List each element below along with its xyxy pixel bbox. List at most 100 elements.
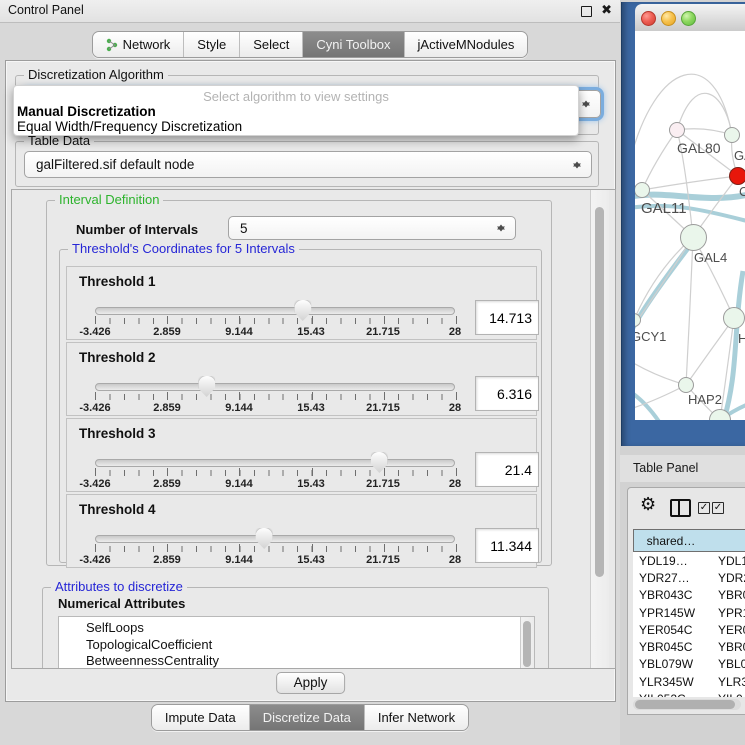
table-row[interactable]: YBR043CYBR0 <box>633 587 745 604</box>
bottom-tab-bar: Impute Data Discretize Data Infer Networ… <box>0 704 620 731</box>
table-data-combobox[interactable]: galFiltered.sif default node <box>24 151 592 178</box>
threshold-slider[interactable]: -3.426 2.859 9.144 15.43 21.715 28 <box>95 459 455 467</box>
tab-style[interactable]: Style <box>183 32 239 57</box>
slider-track[interactable] <box>95 459 455 467</box>
network-node[interactable] <box>669 122 685 138</box>
list-item[interactable]: SelfLoops <box>59 617 534 637</box>
tab-impute-data[interactable]: Impute Data <box>152 705 249 730</box>
cell[interactable]: YLR345W <box>633 675 709 689</box>
network-node[interactable] <box>680 224 707 251</box>
float-window-icon[interactable] <box>581 6 592 17</box>
node-label: GAL11 <box>641 200 687 217</box>
scale-label: 15.43 <box>297 402 325 414</box>
table-data-group: Table Data galFiltered.sif default node <box>15 141 599 187</box>
scale-label: -3.426 <box>79 478 110 490</box>
threshold-value-field[interactable]: 21.4 <box>475 452 539 487</box>
list-scrollbar-thumb[interactable] <box>523 621 531 667</box>
gear-icon[interactable]: ⚙ <box>640 494 656 515</box>
threshold-value-field[interactable]: 6.316 <box>475 376 539 411</box>
scale-label: 21.715 <box>366 554 400 566</box>
table-row[interactable]: YBR045CYBR0 <box>633 638 745 655</box>
table-row[interactable]: YER054CYER0 <box>633 621 745 638</box>
checkbox-icon[interactable]: ✓ <box>698 502 710 514</box>
checkbox-icon[interactable]: ✓ <box>712 502 724 514</box>
cell[interactable]: YBR0 <box>709 588 745 602</box>
cell[interactable]: YDR2 <box>709 571 745 585</box>
table-row[interactable]: YBL079WYBL0 <box>633 656 745 673</box>
cell[interactable]: YBR045C <box>633 640 709 654</box>
cell[interactable]: YBR0 <box>709 640 745 654</box>
threshold-value-field[interactable]: 11.344 <box>475 528 539 563</box>
threshold-slider[interactable]: -3.426 2.859 9.144 15.43 21.715 28 <box>95 307 455 315</box>
scale-label: 28 <box>449 402 461 414</box>
cell[interactable]: YBL0 <box>709 657 745 671</box>
threshold-label: Threshold 2 <box>79 350 156 365</box>
network-node[interactable] <box>724 127 740 143</box>
cell[interactable]: YDR27… <box>633 571 709 585</box>
list-scrollbar[interactable] <box>520 617 534 669</box>
cell[interactable]: YBR043C <box>633 588 709 602</box>
slider-track[interactable] <box>95 307 455 315</box>
group-title: Attributes to discretize <box>51 579 187 594</box>
window-title: Control Panel <box>8 3 84 17</box>
combo-arrows-icon <box>581 97 591 112</box>
network-node[interactable] <box>678 377 694 393</box>
tab-jactivemnodules[interactable]: jActiveMNodules <box>404 32 528 57</box>
cell[interactable]: YIL052C <box>633 692 709 697</box>
slider-track[interactable] <box>95 383 455 391</box>
tab-label: Cyni Toolbox <box>316 32 390 57</box>
right-workspace: GAL80 GA GAL11 GAL4 GCY1 H HAP2 C Table … <box>620 0 745 745</box>
dropdown-option-equal-width[interactable]: Equal Width/Frequency Discretization <box>17 119 575 134</box>
threshold-slider[interactable]: -3.426 2.859 9.144 15.43 21.715 28 <box>95 535 455 543</box>
cell[interactable]: YPR145W <box>633 606 709 620</box>
tab-infer-network[interactable]: Infer Network <box>364 705 468 730</box>
table-row[interactable]: YDL19…YDL1 <box>633 552 745 569</box>
list-item[interactable]: BetweennessCentrality <box>59 653 534 669</box>
dropdown-option-manual-discretization[interactable]: Manual Discretization <box>17 104 575 119</box>
threshold-slider[interactable]: -3.426 2.859 9.144 15.43 21.715 28 <box>95 383 455 391</box>
table-row[interactable]: YLR345WYLR3 <box>633 673 745 690</box>
algorithm-dropdown-popup: Select algorithm to view settings Manual… <box>13 85 579 136</box>
control-panel-titlebar: Control Panel ✖ <box>0 0 620 23</box>
minimize-traffic-light[interactable] <box>661 11 676 26</box>
cell[interactable]: YIL0 <box>709 692 743 697</box>
horizontal-scrollbar-thumb[interactable] <box>635 700 735 709</box>
tab-label: jActiveMNodules <box>418 32 515 57</box>
cell[interactable]: YLR3 <box>709 675 745 689</box>
cell[interactable]: YDL19… <box>633 554 709 568</box>
column-header-shared-name[interactable]: shared… <box>633 529 709 552</box>
algorithm-hint: Select algorithm to view settings <box>14 89 578 104</box>
column-header-name[interactable]: n <box>708 529 745 552</box>
table-row[interactable]: YIL052CYIL0 <box>633 690 745 697</box>
columns-icon[interactable] <box>670 499 691 517</box>
cell[interactable]: YDL1 <box>709 554 745 568</box>
scale-label: 2.859 <box>153 478 181 490</box>
settings-scrollbar[interactable] <box>590 190 609 668</box>
tab-discretize-data[interactable]: Discretize Data <box>249 705 364 730</box>
attributes-group: Attributes to discretize Numerical Attri… <box>42 587 549 669</box>
close-icon[interactable]: ✖ <box>601 2 612 18</box>
list-item[interactable]: TopologicalCoefficient <box>59 637 534 654</box>
cell[interactable]: YER054C <box>633 623 709 637</box>
table-row[interactable]: YPR145WYPR1 <box>633 604 745 621</box>
threshold-value-field[interactable]: 14.713 <box>475 300 539 335</box>
cell[interactable]: YPR1 <box>709 606 745 620</box>
horizontal-scrollbar[interactable] <box>633 699 741 710</box>
network-node[interactable] <box>723 307 745 329</box>
network-node-highlighted[interactable] <box>729 167 745 185</box>
node-label: H <box>738 331 745 346</box>
slider-track[interactable] <box>95 535 455 543</box>
zoom-traffic-light[interactable] <box>681 11 696 26</box>
table-row[interactable]: YDR27…YDR2 <box>633 569 745 586</box>
apply-button[interactable]: Apply <box>276 672 346 694</box>
cyni-toolbox-panel: Discretization Algorithm Table Data galF… <box>5 60 616 702</box>
number-of-intervals-spinner[interactable]: 5 <box>228 216 516 240</box>
tab-select[interactable]: Select <box>239 32 302 57</box>
tab-cyni-toolbox[interactable]: Cyni Toolbox <box>302 32 403 57</box>
close-traffic-light[interactable] <box>641 11 656 26</box>
settings-scrollbar-thumb[interactable] <box>595 207 604 577</box>
cell[interactable]: YBL079W <box>633 657 709 671</box>
number-of-intervals-label: Number of Intervals <box>76 222 198 237</box>
tab-network[interactable]: Network <box>93 32 184 57</box>
cell[interactable]: YER0 <box>709 623 745 637</box>
